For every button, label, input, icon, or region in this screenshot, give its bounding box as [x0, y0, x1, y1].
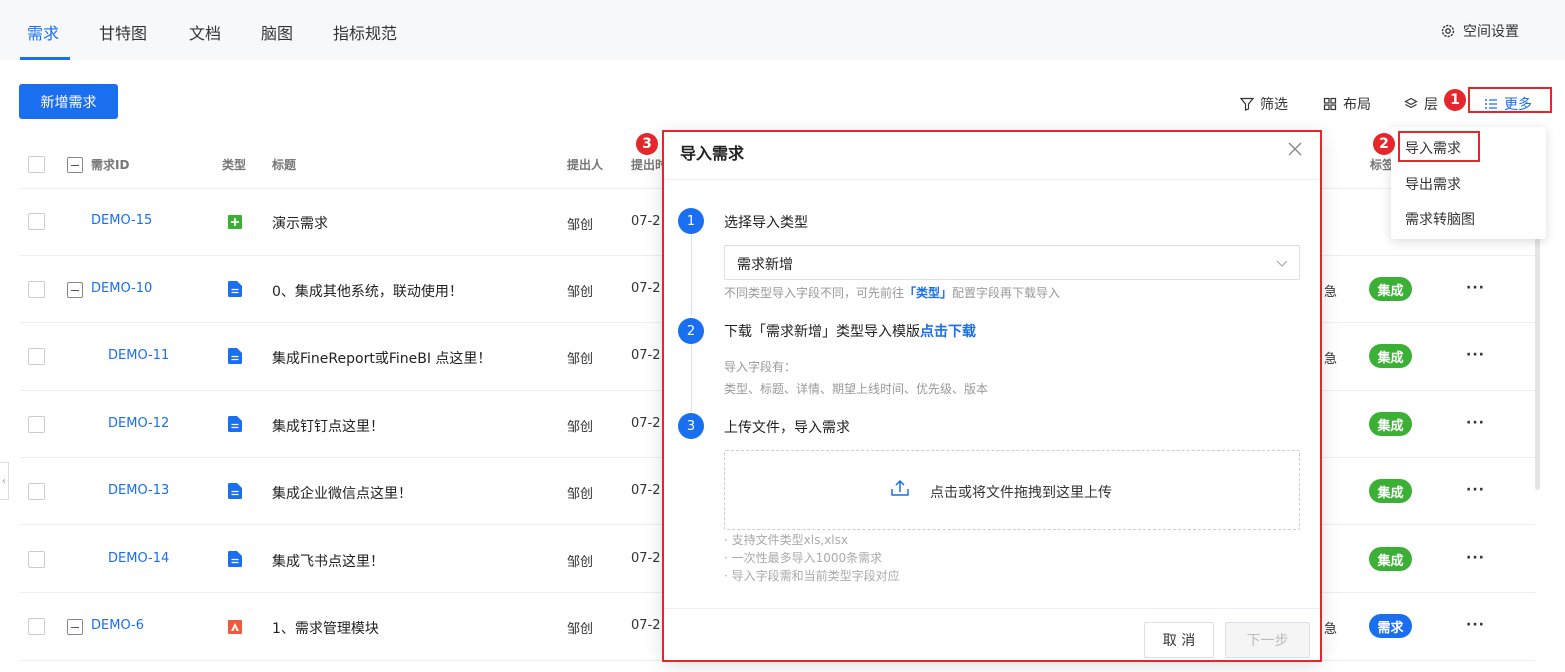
row-proposer: 邹创	[567, 218, 594, 233]
more-button-highlight-box	[1468, 87, 1552, 113]
collapse-sidebar-handle[interactable]: ‹	[0, 462, 9, 500]
tag-badge: 集成	[1369, 547, 1412, 571]
row-id-link[interactable]: DEMO-13	[108, 483, 169, 498]
row-proposer: 邹创	[567, 555, 594, 570]
step-marker-badge: 1	[1444, 89, 1466, 111]
epic-type-icon	[228, 620, 242, 634]
menu-item-export[interactable]: 导出需求	[1405, 174, 1461, 194]
row-date: 07-2	[631, 416, 661, 431]
header-title: 标题	[272, 158, 297, 172]
layers-icon	[1404, 97, 1418, 109]
row-checkbox[interactable]	[28, 618, 45, 635]
row-more-button[interactable]: ···	[1466, 415, 1485, 431]
row-id-link[interactable]: DEMO-11	[108, 348, 169, 363]
row-title[interactable]: 集成FineReport或FineBI 点这里！	[272, 348, 491, 368]
tab-metrics[interactable]: 指标规范	[333, 20, 397, 44]
tab-mindmap[interactable]: 脑图	[261, 20, 293, 44]
collapse-row-icon[interactable]	[67, 619, 83, 635]
row-date: 07-2	[631, 214, 661, 229]
row-proposer: 邹创	[567, 352, 594, 367]
step-marker-badge: 3	[636, 133, 658, 155]
row-proposer: 邹创	[567, 420, 594, 435]
row-date: 07-2	[631, 551, 661, 566]
import-item-highlight-box	[1398, 131, 1480, 162]
row-id-link[interactable]: DEMO-14	[108, 551, 169, 566]
row-priority: 急	[1324, 352, 1338, 367]
row-priority: 急	[1324, 622, 1338, 637]
row-more-button[interactable]: ···	[1466, 280, 1485, 296]
level-label: 层	[1424, 97, 1438, 113]
grid-icon	[1323, 97, 1337, 111]
header-type: 类型	[222, 158, 247, 172]
row-id-link[interactable]: DEMO-12	[108, 416, 169, 431]
tab-docs[interactable]: 文档	[189, 20, 221, 44]
row-proposer: 邹创	[567, 487, 594, 502]
space-settings-button[interactable]: 空间设置	[1440, 21, 1519, 41]
row-title[interactable]: 集成钉钉点这里！	[272, 416, 384, 436]
document-type-icon	[228, 281, 242, 297]
row-title[interactable]: 集成飞书点这里！	[272, 551, 384, 571]
row-checkbox[interactable]	[28, 483, 45, 500]
row-id-link[interactable]: DEMO-10	[91, 281, 152, 296]
step-marker-badge: 2	[1373, 133, 1395, 155]
row-checkbox[interactable]	[28, 281, 45, 298]
new-requirement-button[interactable]: 新增需求	[19, 84, 118, 119]
header-id: 需求ID	[91, 158, 130, 172]
tag-badge: 集成	[1369, 479, 1412, 503]
menu-item-to-mindmap[interactable]: 需求转脑图	[1405, 209, 1475, 229]
row-proposer: 邹创	[567, 622, 594, 637]
row-proposer: 邹创	[567, 285, 594, 300]
tag-badge: 集成	[1369, 412, 1412, 436]
gear-icon	[1441, 24, 1455, 38]
document-type-icon	[228, 551, 242, 567]
row-more-button[interactable]: ···	[1466, 347, 1485, 363]
filter-button[interactable]: 筛选	[1240, 94, 1288, 114]
row-id-link[interactable]: DEMO-6	[91, 618, 144, 633]
select-all-checkbox[interactable]	[28, 156, 45, 173]
active-tab-indicator	[20, 57, 70, 60]
space-settings-label: 空间设置	[1463, 24, 1519, 40]
row-title[interactable]: 集成企业微信点这里！	[272, 483, 412, 503]
row-checkbox[interactable]	[28, 416, 45, 433]
row-date: 07-2	[631, 618, 661, 633]
dialog-highlight-box	[662, 130, 1322, 662]
row-checkbox[interactable]	[28, 348, 45, 365]
row-date: 07-2	[631, 348, 661, 363]
tag-badge: 需求	[1369, 614, 1412, 638]
layout-button[interactable]: 布局	[1323, 94, 1371, 114]
tab-gantt[interactable]: 甘特图	[99, 20, 147, 44]
add-type-icon	[228, 215, 242, 229]
row-more-button[interactable]: ···	[1466, 482, 1485, 498]
row-date: 07-2	[631, 281, 661, 296]
row-checkbox[interactable]	[28, 551, 45, 568]
collapse-row-icon[interactable]	[67, 282, 83, 298]
header-proposer: 提出人	[567, 158, 604, 172]
row-more-button[interactable]: ···	[1466, 550, 1485, 566]
level-button[interactable]: 层	[1404, 94, 1438, 114]
row-priority: 急	[1324, 285, 1338, 300]
tag-badge: 集成	[1369, 344, 1412, 368]
filter-label: 筛选	[1260, 97, 1288, 113]
tag-badge: 集成	[1369, 277, 1412, 301]
row-id-link[interactable]: DEMO-15	[91, 213, 152, 228]
row-title[interactable]: 0、集成其他系统，联动使用！	[272, 281, 463, 301]
row-more-button[interactable]: ···	[1466, 617, 1485, 633]
top-tab-bar: 需求 甘特图 文档 脑图 指标规范 空间设置	[0, 0, 1565, 60]
row-date: 07-2	[631, 483, 661, 498]
layout-label: 布局	[1343, 97, 1371, 113]
row-title[interactable]: 演示需求	[272, 213, 328, 233]
collapse-all-icon[interactable]	[67, 157, 83, 173]
document-type-icon	[228, 348, 242, 364]
row-checkbox[interactable]	[28, 213, 45, 230]
row-title[interactable]: 1、需求管理模块	[272, 618, 379, 638]
document-type-icon	[228, 483, 242, 499]
tab-requirements[interactable]: 需求	[27, 20, 59, 44]
filter-icon	[1240, 97, 1254, 111]
document-type-icon	[228, 416, 242, 432]
